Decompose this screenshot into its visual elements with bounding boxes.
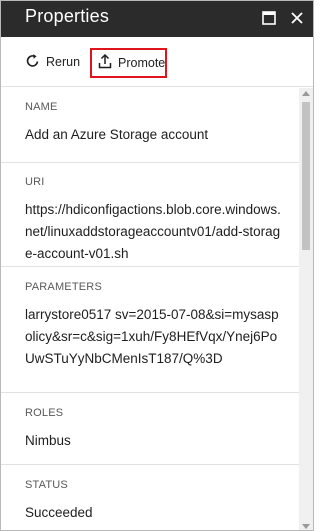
properties-content: NAME Add an Azure Storage account URI ht… bbox=[1, 88, 299, 530]
parameters-label: PARAMETERS bbox=[25, 281, 102, 293]
roles-value: Nimbus bbox=[25, 433, 71, 448]
name-field: NAME Add an Azure Storage account bbox=[25, 101, 281, 146]
parameters-field: PARAMETERS larrystore0517 sv=2015-07-08&… bbox=[25, 281, 281, 370]
status-label: STATUS bbox=[25, 479, 68, 491]
status-value: Succeeded bbox=[25, 505, 93, 520]
promote-label: Promote bbox=[118, 56, 166, 70]
uri-value: https://hdiconfigactions.blob.core.windo… bbox=[25, 202, 281, 261]
vertical-scrollbar[interactable] bbox=[299, 88, 313, 530]
divider bbox=[1, 392, 299, 393]
roles-field: ROLES Nimbus bbox=[25, 407, 281, 452]
divider bbox=[1, 162, 299, 163]
status-field: STATUS Succeeded bbox=[25, 479, 281, 524]
roles-label: ROLES bbox=[25, 407, 64, 419]
maximize-icon[interactable] bbox=[259, 8, 279, 28]
scroll-down-arrow-icon[interactable] bbox=[302, 524, 310, 529]
scroll-up-arrow-icon[interactable] bbox=[302, 91, 310, 96]
promote-button[interactable]: Promote bbox=[90, 48, 167, 78]
properties-panel: Properties Rerun Promote NAME Add an Azu… bbox=[0, 0, 314, 531]
uri-label: URI bbox=[25, 176, 45, 188]
divider bbox=[1, 464, 299, 465]
name-label: NAME bbox=[25, 101, 58, 113]
uri-field: URI https://hdiconfigactions.blob.core.w… bbox=[25, 176, 281, 265]
command-bar: Rerun Promote bbox=[1, 37, 313, 87]
rerun-label: Rerun bbox=[46, 55, 81, 69]
close-icon[interactable] bbox=[287, 8, 307, 28]
panel-title: Properties bbox=[25, 6, 110, 26]
scrollbar-thumb[interactable] bbox=[302, 102, 310, 250]
divider bbox=[1, 266, 299, 267]
parameters-value: larrystore0517 sv=2015-07-08&si=mysaspol… bbox=[25, 307, 279, 366]
name-value: Add an Azure Storage account bbox=[25, 127, 209, 142]
rerun-button[interactable]: Rerun bbox=[25, 49, 80, 75]
upload-icon bbox=[98, 53, 118, 72]
refresh-icon bbox=[25, 53, 46, 71]
title-bar: Properties bbox=[1, 1, 313, 37]
